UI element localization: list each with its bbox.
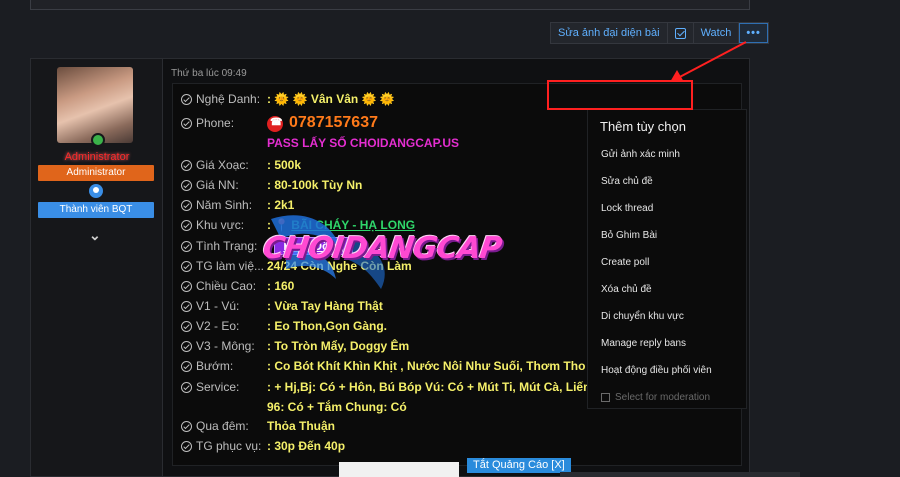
edit-thumbnail-button[interactable]: Sửa ảnh đại diện bài [551,23,668,43]
field-phone: Phone: 0787157637 [181,112,378,134]
area-link[interactable]: BÃI CHÁY - HẠ LONG [291,218,415,232]
menu-item-send-verification[interactable]: Gửi ảnh xác minh [601,149,680,160]
menu-item-unpin[interactable]: Bỏ Ghim Bài [601,230,657,241]
menu-item-moderator-actions[interactable]: Hoạt động điều phối viên [601,365,712,376]
check-circle-icon [181,360,192,372]
annotation-highlight-box [547,80,693,110]
menu-item-delete-thread[interactable]: Xóa chủ đề [601,284,652,295]
menu-item-lock-thread[interactable]: Lock thread [601,203,653,214]
online-status-icon [91,133,105,147]
field-v1: V1 - Vú: : Vừa Tay Hàng Thật [181,297,383,315]
watch-label: Watch [700,27,732,39]
check-circle-icon [181,381,192,393]
close-ad-button[interactable]: Tắt Quảng Cáo [X] [467,458,571,473]
phone-icon [267,115,283,132]
menu-item-reply-bans[interactable]: Manage reply bans [601,338,686,349]
check-circle-icon [181,340,192,352]
check-circle-icon [181,280,192,292]
user-panel: Administrator Administrator Thành viên B… [31,59,163,476]
check-circle-icon [181,117,192,129]
menu-item-move-thread[interactable]: Di chuyển khu vực [601,311,684,322]
menu-item-edit-thread[interactable]: Sửa chủ đề [601,176,653,187]
checkbox-icon[interactable] [601,393,610,402]
watch-button[interactable]: Watch [694,23,740,43]
ellipsis-icon: ••• [746,27,761,39]
field-v2: V2 - Eo: : Eo Thon,Gọn Gàng. [181,317,387,335]
check-circle-icon [181,179,192,191]
field-nghe-danh: Nghệ Danh: : 🌞 🌞 Vân Vân 🌞 🌞 [181,90,395,108]
phone-number: 0787157637 [289,114,378,131]
role-badge: Administrator [38,165,154,181]
menu-title: Thêm tùy chọn [600,119,686,134]
check-circle-icon [181,260,192,272]
check-circle-icon [181,93,192,105]
watch-checkbox-wrap[interactable] [668,23,694,43]
field-gia-xoac: Giá Xoạc: : 500k [181,156,301,174]
check-circle-icon [181,420,192,432]
post-timestamp[interactable]: Thứ ba lúc 09:49 [171,68,247,79]
field-chieu-cao: Chiều Cao: : 160 [181,277,294,295]
username[interactable]: Administrator [31,151,163,163]
post-container: Administrator Administrator Thành viên B… [30,58,750,477]
previous-panel-edge [30,0,750,10]
field-tg-phuc-vu: TG phục vụ: : 30p Đến 40p [181,437,345,455]
field-qua-dem: Qua đêm: Thỏa Thuận [181,417,335,435]
check-circle-icon [181,240,192,252]
map-pin-icon: 📍 [274,218,290,232]
check-circle-icon [181,320,192,332]
staff-icon [89,184,103,198]
pass-line: PASS LẤY SỐ CHOIDANGCAP.US [267,136,460,150]
menu-item-create-poll[interactable]: Create poll [601,257,649,268]
check-circle-icon [181,440,192,452]
field-gia-nn: Giá NN: : 80-100k Tùy Nn [181,176,362,194]
field-v3: V3 - Mông: : To Tròn Mẩy, Doggy Êm [181,337,409,355]
member-badge: Thành viên BQT [38,202,154,218]
bottom-strip [560,472,800,477]
check-circle-icon [181,300,192,312]
field-nam-sinh: Năm Sinh: : 2k1 [181,196,294,214]
ad-banner [339,462,459,477]
more-options-button[interactable]: ••• [739,23,768,43]
checkbox-icon [674,27,686,39]
thread-toolbar: Sửa ảnh đại diện bài Watch ••• [550,22,769,44]
more-options-menu: Thêm tùy chọn Gửi ảnh xác minh Sửa chủ đ… [587,109,747,409]
chevron-down-icon[interactable]: ⌄ [89,227,101,244]
check-circle-icon [181,199,192,211]
select-for-moderation[interactable]: Select for moderation [601,392,710,403]
watermark-text: CHOIDANGCAP [260,231,504,266]
edit-thumbnail-label: Sửa ảnh đại diện bài [558,27,660,39]
avatar[interactable] [57,67,133,143]
check-circle-icon [181,159,192,171]
check-circle-icon [181,219,192,231]
